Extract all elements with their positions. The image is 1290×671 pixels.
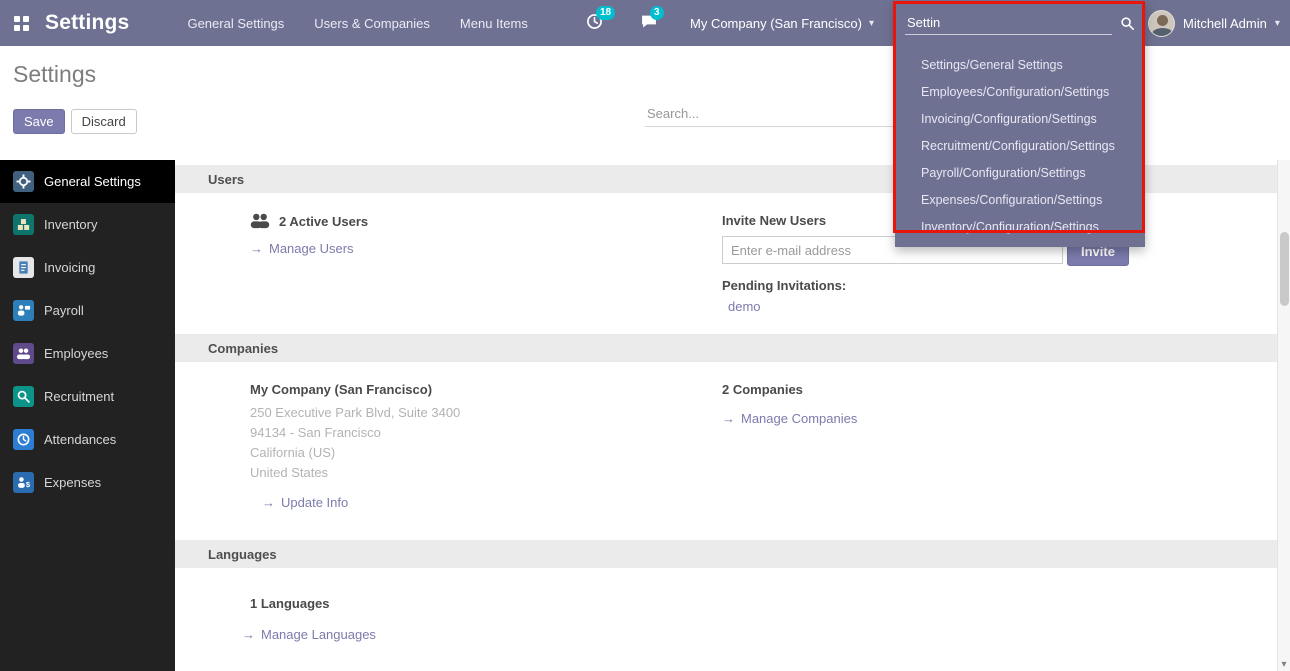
- suggestion-item[interactable]: Employees/Configuration/Settings: [895, 79, 1145, 106]
- arrow-right-icon: →: [722, 411, 735, 426]
- menu-search-input[interactable]: [905, 11, 1112, 35]
- sidebar-item-expenses[interactable]: $ Expenses: [0, 461, 175, 504]
- sidebar-item-payroll[interactable]: Payroll: [0, 289, 175, 332]
- save-button[interactable]: Save: [13, 109, 65, 134]
- attendances-clock-icon: [13, 429, 34, 450]
- suggestion-item[interactable]: Payroll/Configuration/Settings: [895, 160, 1145, 187]
- sidebar-item-general-settings[interactable]: General Settings: [0, 160, 175, 203]
- sidebar-item-employees[interactable]: Employees: [0, 332, 175, 375]
- manage-companies-link[interactable]: → Manage Companies: [722, 411, 857, 426]
- suggestion-item[interactable]: Expenses/Configuration/Settings: [895, 187, 1145, 214]
- search-icon: [1120, 16, 1135, 31]
- arrow-right-icon: →: [262, 495, 275, 510]
- company-address: 250 Executive Park Blvd, Suite 3400 9413…: [250, 403, 722, 483]
- app-title: Settings: [45, 11, 129, 35]
- section-heading-languages: Languages: [175, 540, 1277, 568]
- sidebar-item-label: Employees: [44, 346, 108, 361]
- vertical-scrollbar[interactable]: ▾: [1277, 160, 1290, 671]
- menu-search-dropdown: Settings/General Settings Employees/Conf…: [895, 0, 1145, 247]
- settings-sidebar: General Settings Inventory Invoicing Pay…: [0, 160, 175, 671]
- invite-new-users-title: Invite New Users: [722, 213, 826, 228]
- gear-icon: [13, 171, 34, 192]
- svg-text:$: $: [26, 480, 31, 489]
- scrollbar-down-arrow[interactable]: ▾: [1278, 659, 1290, 670]
- arrow-right-icon: →: [242, 627, 255, 642]
- arrow-right-icon: →: [250, 241, 263, 256]
- suggestion-item[interactable]: Recruitment/Configuration/Settings: [895, 133, 1145, 160]
- suggestion-item[interactable]: Invoicing/Configuration/Settings: [895, 106, 1145, 133]
- chevron-down-icon: ▾: [869, 18, 874, 29]
- menu-item-general-settings[interactable]: General Settings: [187, 0, 284, 46]
- sidebar-item-recruitment[interactable]: Recruitment: [0, 375, 175, 418]
- sidebar-item-attendances[interactable]: Attendances: [0, 418, 175, 461]
- manage-languages-link[interactable]: → Manage Languages: [242, 627, 376, 642]
- section-heading-companies: Companies: [175, 334, 1277, 362]
- apps-grid-icon[interactable]: [14, 16, 29, 31]
- sidebar-item-label: Payroll: [44, 303, 84, 318]
- invoice-document-icon: [13, 257, 34, 278]
- languages-count: 1 Languages: [250, 596, 329, 611]
- sidebar-item-label: Recruitment: [44, 389, 114, 404]
- scrollbar-thumb[interactable]: [1280, 232, 1289, 306]
- company-name-title: My Company (San Francisco): [250, 382, 432, 397]
- suggestion-item[interactable]: Settings/General Settings: [895, 52, 1145, 79]
- menu-item-menu-items[interactable]: Menu Items: [460, 0, 528, 46]
- suggestion-item[interactable]: Inventory/Configuration/Settings: [895, 214, 1145, 241]
- companies-count: 2 Companies: [722, 382, 803, 397]
- discard-button[interactable]: Discard: [71, 109, 137, 134]
- sidebar-item-label: Expenses: [44, 475, 101, 490]
- recruitment-magnifier-icon: [13, 386, 34, 407]
- employees-people-icon: [13, 343, 34, 364]
- sidebar-item-inventory[interactable]: Inventory: [0, 203, 175, 246]
- sidebar-item-label: Inventory: [44, 217, 97, 232]
- menu-search-suggestions: Settings/General Settings Employees/Conf…: [895, 46, 1145, 241]
- payroll-icon: [13, 300, 34, 321]
- inventory-boxes-icon: [13, 214, 34, 235]
- pending-user-link[interactable]: demo: [728, 299, 761, 314]
- avatar: [1148, 10, 1175, 37]
- sidebar-item-label: Invoicing: [44, 260, 95, 275]
- messages-badge: 3: [650, 6, 664, 20]
- chevron-down-icon: ▾: [1275, 18, 1280, 29]
- manage-users-link[interactable]: → Manage Users: [250, 241, 354, 256]
- user-name: Mitchell Admin: [1183, 16, 1267, 31]
- sidebar-item-label: General Settings: [44, 174, 141, 189]
- sidebar-item-invoicing[interactable]: Invoicing: [0, 246, 175, 289]
- page-title: Settings: [13, 61, 96, 88]
- update-info-link[interactable]: → Update Info: [262, 495, 348, 510]
- messages-icon[interactable]: 3: [640, 13, 658, 33]
- activity-clock-icon[interactable]: 18: [586, 13, 603, 33]
- user-menu[interactable]: Mitchell Admin ▾: [1148, 0, 1280, 46]
- active-users-count: 2 Active Users: [279, 214, 368, 229]
- activity-badge: 18: [596, 6, 615, 20]
- users-icon: [250, 213, 270, 229]
- company-name: My Company (San Francisco): [690, 16, 862, 31]
- sidebar-item-label: Attendances: [44, 432, 116, 447]
- menu-item-users-companies[interactable]: Users & Companies: [314, 0, 430, 46]
- pending-invitations-label: Pending Invitations:: [722, 278, 1253, 293]
- expenses-icon: $: [13, 472, 34, 493]
- company-switcher[interactable]: My Company (San Francisco) ▾: [690, 0, 874, 46]
- navbar-menu: General Settings Users & Companies Menu …: [187, 0, 527, 46]
